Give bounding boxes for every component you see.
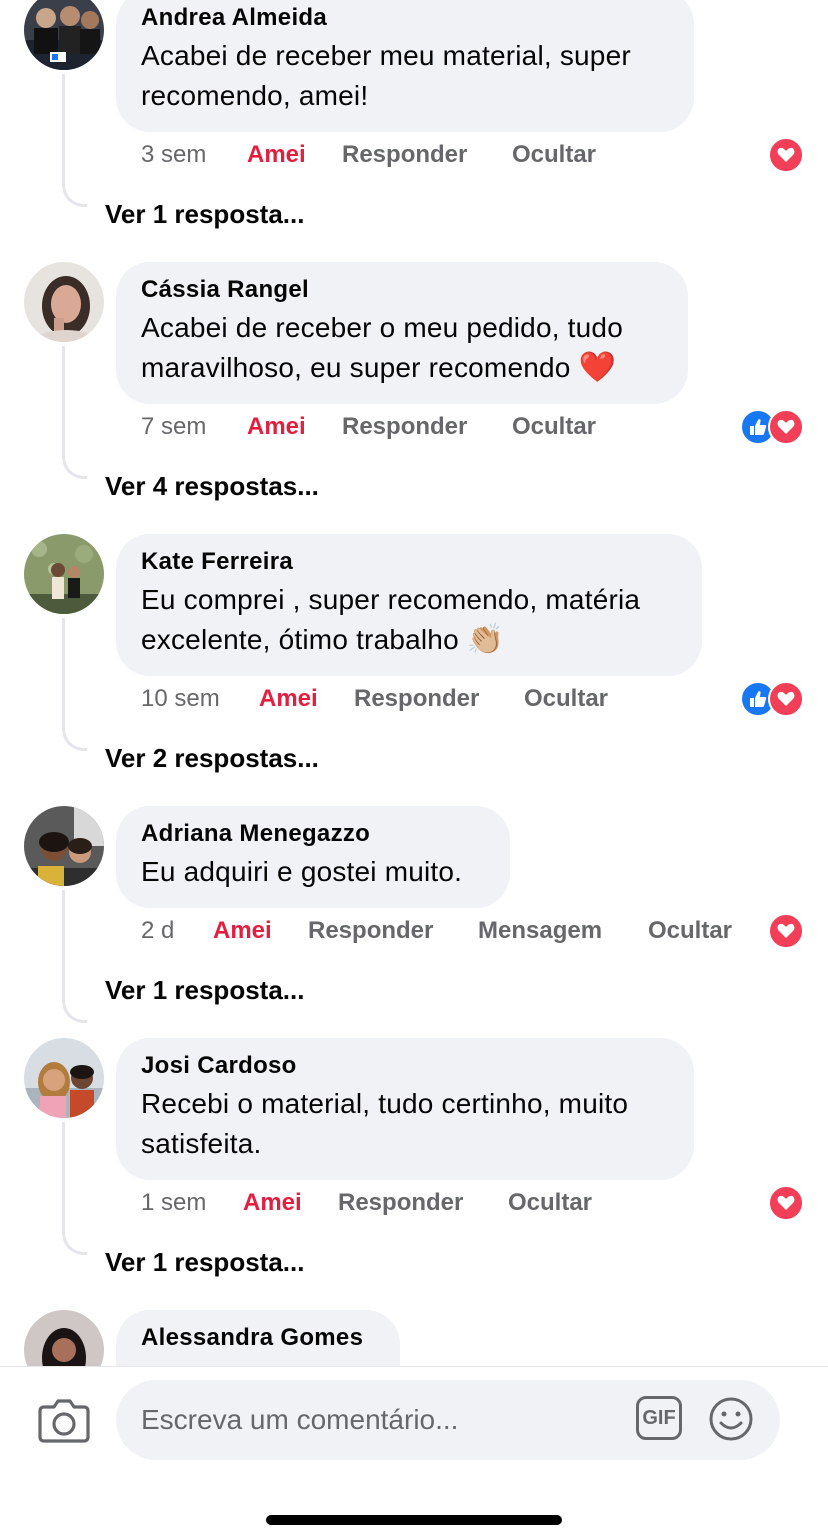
amei-button[interactable]: Amei xyxy=(259,682,318,716)
thread-line xyxy=(62,1122,87,1255)
comment-composer: Escreva um comentário... GIF xyxy=(0,1366,828,1540)
thread-line xyxy=(62,618,87,751)
comment-bubble[interactable]: Adriana Menegazzo Eu adquiri e gostei mu… xyxy=(116,806,510,908)
smiley-icon[interactable] xyxy=(708,1396,754,1447)
comment-bubble[interactable]: Josi Cardoso Recebi o material, tudo cer… xyxy=(116,1038,694,1180)
love-icon xyxy=(768,137,804,173)
love-icon xyxy=(768,409,804,445)
amei-button[interactable]: Amei xyxy=(247,410,306,444)
view-replies-link[interactable]: Ver 1 resposta... xyxy=(105,973,304,1007)
comment: Josi Cardoso Recebi o material, tudo cer… xyxy=(0,1038,828,1310)
comment-actions: 7 sem Amei Responder Ocultar 8 xyxy=(141,409,828,445)
comment-text: Eu comprei , super recomendo, matéria ex… xyxy=(141,580,676,660)
comment-time[interactable]: 10 sem xyxy=(141,682,220,716)
comment-input[interactable]: Escreva um comentário... GIF xyxy=(116,1380,780,1460)
camera-icon[interactable] xyxy=(38,1397,90,1448)
reply-button[interactable]: Responder xyxy=(308,914,433,948)
view-replies-link[interactable]: Ver 4 respostas... xyxy=(105,469,319,503)
comment-text: Recebi o material, tudo certinho, muito … xyxy=(141,1084,668,1164)
hide-button[interactable]: Ocultar xyxy=(508,1186,592,1220)
comment-text-line: Recebi o material, tudo certinho, muito xyxy=(141,1088,629,1119)
comment-text-line: Eu comprei , super recomendo, matéria xyxy=(141,584,641,615)
comment: Cássia Rangel Acabei de receber o meu pe… xyxy=(0,262,828,534)
comment-actions: 1 sem Amei Responder Ocultar 1 xyxy=(141,1185,828,1221)
reaction-summary[interactable]: 2 xyxy=(740,681,804,717)
gif-button[interactable]: GIF xyxy=(636,1396,682,1440)
comment-time[interactable]: 7 sem xyxy=(141,410,206,444)
amei-button[interactable]: Amei xyxy=(213,914,272,948)
comment: Kate Ferreira Eu comprei , super recomen… xyxy=(0,534,828,806)
comment-author[interactable]: Adriana Menegazzo xyxy=(141,820,484,848)
comment-text-line: recomendo, amei! xyxy=(141,80,369,111)
comment-time[interactable]: 1 sem xyxy=(141,1186,206,1220)
clapping-emoji: 👏🏼 xyxy=(466,623,505,656)
view-replies-link[interactable]: Ver 1 resposta... xyxy=(105,1245,304,1279)
message-button[interactable]: Mensagem xyxy=(478,914,602,948)
love-icon xyxy=(768,913,804,949)
avatar[interactable] xyxy=(24,262,104,342)
home-indicator[interactable] xyxy=(266,1515,562,1525)
comments-list: Andrea Almeida Acabei de receber meu mat… xyxy=(0,0,828,1366)
comment-text: Acabei de receber meu material, super re… xyxy=(141,36,668,116)
comment-text-line: Acabei de receber o meu pedido, tudo xyxy=(141,312,623,343)
avatar[interactable] xyxy=(24,806,104,886)
comment-author[interactable]: Alessandra Gomes xyxy=(141,1324,374,1352)
amei-button[interactable]: Amei xyxy=(247,138,306,172)
thread-line xyxy=(62,346,87,479)
comment-text-line: excelente, ótimo trabalho xyxy=(141,624,467,655)
comment-text-line: Eu adquiri e gostei muito. xyxy=(141,856,463,887)
comment-text: Acabei de receber o meu pedido, tudo mar… xyxy=(141,308,662,388)
reaction-summary[interactable]: 1 xyxy=(768,1185,804,1221)
comment-time[interactable]: 2 d xyxy=(141,914,174,948)
heart-emoji: ❤️ xyxy=(578,351,617,384)
comment-text-line: Acabei de receber meu material, super xyxy=(141,40,631,71)
comment-actions: 2 d Amei Responder Mensagem Ocultar 1 xyxy=(141,913,828,949)
comment: Andrea Almeida Acabei de receber meu mat… xyxy=(0,0,828,262)
reaction-summary[interactable]: 1 xyxy=(768,137,804,173)
love-icon xyxy=(768,681,804,717)
love-icon xyxy=(768,1185,804,1221)
hide-button[interactable]: Ocultar xyxy=(524,682,608,716)
avatar[interactable] xyxy=(24,534,104,614)
comment-author[interactable]: Andrea Almeida xyxy=(141,4,668,32)
thread-line xyxy=(62,890,87,1023)
reply-button[interactable]: Responder xyxy=(354,682,479,716)
comment-text: Eu adquiri e gostei muito. xyxy=(141,852,484,892)
comment: Alessandra Gomes xyxy=(0,1310,828,1366)
avatar[interactable] xyxy=(24,0,104,70)
comment-bubble[interactable]: Kate Ferreira Eu comprei , super recomen… xyxy=(116,534,702,676)
hide-button[interactable]: Ocultar xyxy=(648,914,732,948)
comment-actions: 10 sem Amei Responder Ocultar 2 xyxy=(141,681,828,717)
reply-button[interactable]: Responder xyxy=(338,1186,463,1220)
comment-text-line: satisfeita. xyxy=(141,1128,262,1159)
comment-placeholder: Escreva um comentário... xyxy=(141,1404,459,1435)
comment-bubble[interactable]: Alessandra Gomes xyxy=(116,1310,400,1366)
comment-text-line: maravilhoso, eu super recomendo xyxy=(141,352,579,383)
comment-author[interactable]: Josi Cardoso xyxy=(141,1052,668,1080)
comment-bubble[interactable]: Andrea Almeida Acabei de receber meu mat… xyxy=(116,0,694,132)
comment-bubble[interactable]: Cássia Rangel Acabei de receber o meu pe… xyxy=(116,262,688,404)
hide-button[interactable]: Ocultar xyxy=(512,138,596,172)
avatar[interactable] xyxy=(24,1310,104,1366)
reaction-summary[interactable]: 8 xyxy=(740,409,804,445)
view-replies-link[interactable]: Ver 2 respostas... xyxy=(105,741,319,775)
amei-button[interactable]: Amei xyxy=(243,1186,302,1220)
view-replies-link[interactable]: Ver 1 resposta... xyxy=(105,197,304,231)
reply-button[interactable]: Responder xyxy=(342,410,467,444)
comment-author[interactable]: Cássia Rangel xyxy=(141,276,662,304)
reply-button[interactable]: Responder xyxy=(342,138,467,172)
reaction-summary[interactable]: 1 xyxy=(768,913,804,949)
comment-time[interactable]: 3 sem xyxy=(141,138,206,172)
thread-line xyxy=(62,74,87,207)
comment-actions: 3 sem Amei Responder Ocultar 1 xyxy=(141,137,828,173)
comment-author[interactable]: Kate Ferreira xyxy=(141,548,676,576)
avatar[interactable] xyxy=(24,1038,104,1118)
hide-button[interactable]: Ocultar xyxy=(512,410,596,444)
